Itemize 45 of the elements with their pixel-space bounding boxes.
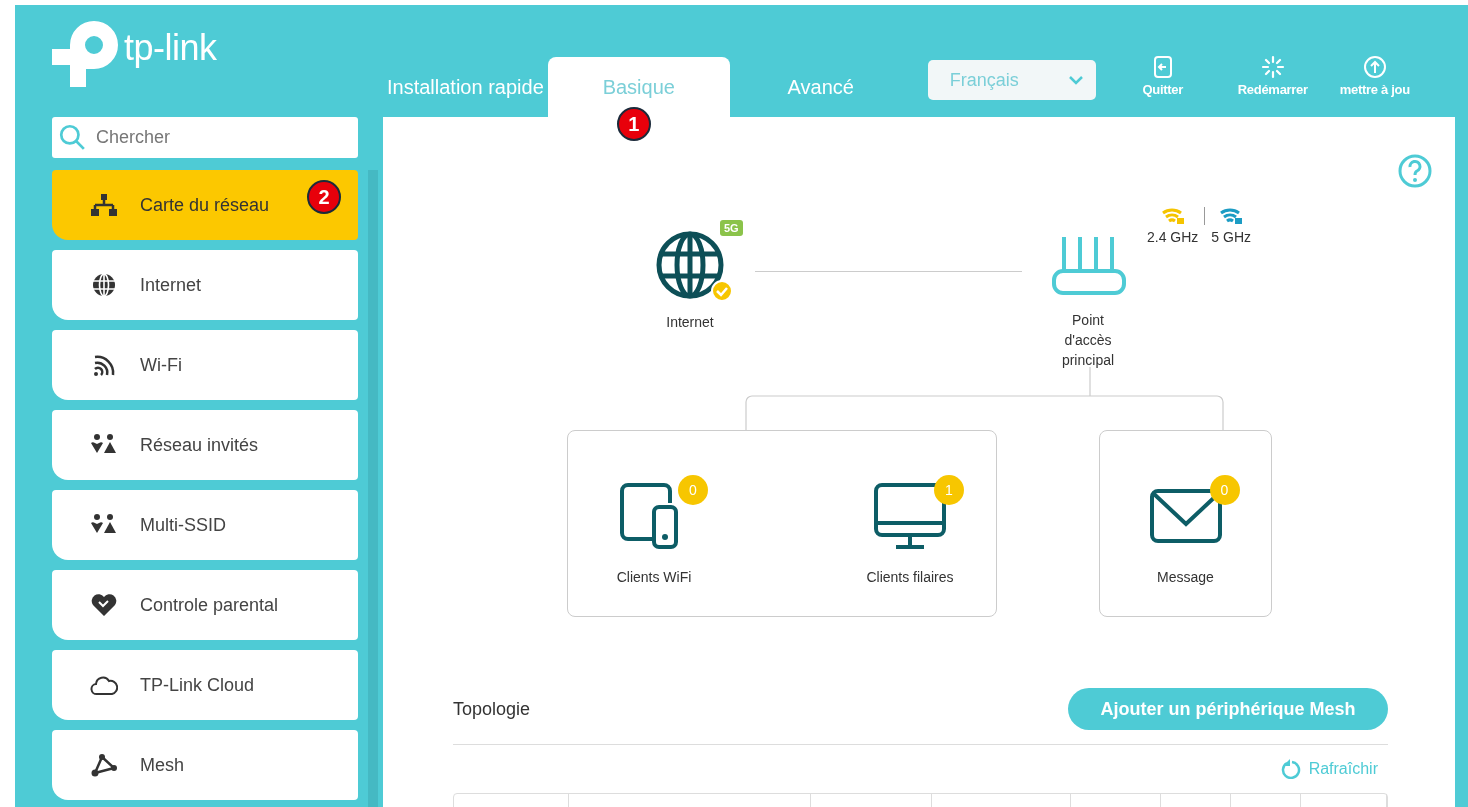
language-select[interactable]: Français (927, 60, 1096, 100)
refresh-link[interactable]: Rafraîchir (1280, 759, 1378, 779)
search-field[interactable]: Chercher (52, 117, 358, 158)
node-label: Clients filaires (865, 568, 955, 587)
sidebar-item[interactable]: Mesh (52, 730, 358, 800)
count-badge: 0 (1209, 475, 1240, 505)
sidebar-item[interactable]: Carte du réseau 2 (52, 170, 358, 240)
toolbar-button[interactable]: Redémarrer (1217, 55, 1328, 97)
sidebar-item[interactable]: TP-Link Cloud (52, 650, 358, 720)
globe-icon (90, 273, 118, 297)
band-badge: 5G (720, 220, 743, 236)
burst-icon (1260, 55, 1285, 79)
node-label: Internet (665, 313, 715, 332)
help-icon (1398, 154, 1432, 188)
nodes-icon (90, 753, 118, 777)
sidebar-item[interactable]: Controle parental (52, 570, 358, 640)
count-badge: 0 (678, 475, 708, 505)
add-mesh-button[interactable]: Ajouter un périphérique Mesh (1068, 688, 1388, 730)
band-label: 5 GHz (1211, 229, 1252, 245)
tab[interactable]: Avancé (729, 57, 912, 117)
refresh-icon (1280, 759, 1301, 779)
sidebar-item[interactable]: Wi-Fi (52, 330, 358, 400)
tab[interactable]: Basique (547, 57, 730, 117)
section-title: Topologie (453, 698, 531, 720)
network-icon (90, 193, 118, 217)
logo-text: tp-link (124, 27, 217, 69)
logo-icon (52, 21, 118, 87)
sidebar-item[interactable]: Internet (52, 250, 358, 320)
cloud-icon (90, 673, 118, 697)
upload-icon (1362, 55, 1387, 79)
callout-badge: 2 (307, 180, 341, 214)
node-label: Point d'accès principal (1060, 311, 1116, 370)
toolbar-button[interactable]: mettre à jou (1339, 55, 1410, 97)
tab[interactable]: Installation rapide (383, 57, 548, 117)
sidebar-item[interactable]: Réseau invités (52, 410, 358, 480)
toolbar-button[interactable]: Quitter (1107, 55, 1218, 97)
band-label: 2.4 GHz (1147, 229, 1199, 245)
heart-icon (90, 593, 118, 617)
node-label: Message (1156, 568, 1215, 587)
sidebar-item[interactable]: Multi-SSID (52, 490, 358, 560)
node-label: Clients WiFi (615, 568, 693, 587)
globe-icon (655, 230, 725, 300)
count-badge: 1 (934, 475, 964, 505)
caret-icon (1067, 75, 1084, 85)
search-icon (58, 123, 86, 151)
